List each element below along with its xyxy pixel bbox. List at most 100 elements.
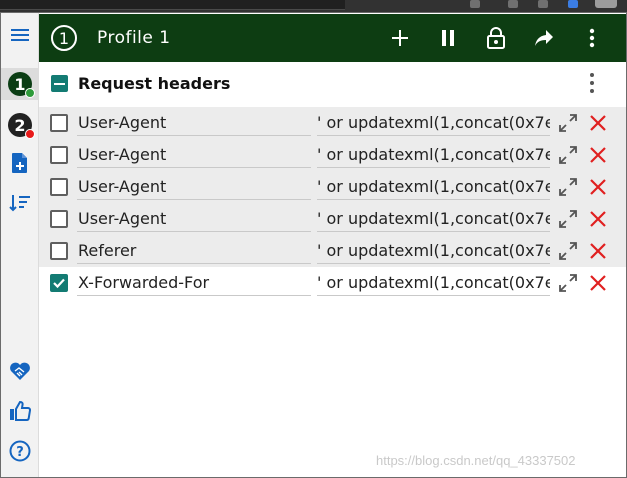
check-icon <box>53 278 65 289</box>
help-circle-icon: ? <box>9 440 31 462</box>
reader-icon[interactable] <box>508 0 518 8</box>
request-headers-section: Request headers <box>39 63 626 105</box>
modheader-popup: 1 2 ? 1 Profile 1 Request headers User-A… <box>0 12 627 478</box>
enable-checkbox[interactable] <box>50 178 68 196</box>
plus-icon <box>392 30 408 46</box>
header-value-input[interactable]: ' or updatexml(1,concat(0x7e <box>317 238 550 264</box>
header-row: Referer ' or updatexml(1,concat(0x7e <box>39 235 626 267</box>
expand-icon <box>559 210 577 228</box>
enable-checkbox[interactable] <box>50 242 68 260</box>
close-icon <box>590 243 606 259</box>
help-button[interactable]: ? <box>1 435 39 467</box>
share-arrow-icon <box>535 30 553 46</box>
delete-button[interactable] <box>587 208 609 230</box>
enable-checkbox[interactable] <box>50 146 68 164</box>
close-icon <box>590 147 606 163</box>
paused-status-dot <box>25 129 35 139</box>
sidebar-profile-2[interactable]: 2 <box>1 109 39 141</box>
header-row: User-Agent ' or updatexml(1,concat(0x7e <box>39 171 626 203</box>
more-vertical-icon <box>589 28 595 48</box>
profile-number: 2 <box>14 115 26 135</box>
delete-button[interactable] <box>587 272 609 294</box>
expand-icon <box>559 114 577 132</box>
browser-toolbar <box>0 0 627 12</box>
close-icon <box>590 115 606 131</box>
lock-button[interactable] <box>472 14 520 62</box>
minus-icon <box>54 82 65 85</box>
section-more-button[interactable] <box>586 71 598 95</box>
section-title: Request headers <box>78 74 231 93</box>
header-name-input[interactable]: User-Agent <box>77 206 311 232</box>
enable-checkbox[interactable] <box>50 210 68 228</box>
more-options-button[interactable] <box>568 14 616 62</box>
header-value-input[interactable]: ' or updatexml(1,concat(0x7e <box>317 174 550 200</box>
library-icon[interactable] <box>470 0 480 8</box>
delete-button[interactable] <box>587 176 609 198</box>
header-row: User-Agent ' or updatexml(1,concat(0x7e <box>39 139 626 171</box>
header-value-input[interactable]: ' or updatexml(1,concat(0x7e <box>317 270 550 296</box>
close-icon <box>590 211 606 227</box>
header-row: User-Agent ' or updatexml(1,concat(0x7e <box>39 203 626 235</box>
share-button[interactable] <box>520 14 568 62</box>
enabled-status-dot <box>25 88 35 98</box>
delete-button[interactable] <box>587 240 609 262</box>
sidebar: 1 2 ? <box>1 13 39 477</box>
extension-icon[interactable] <box>538 0 548 8</box>
thumbs-up-icon <box>10 400 31 421</box>
expand-button[interactable] <box>557 112 579 134</box>
hamburger-menu-icon <box>11 26 29 44</box>
menu-button[interactable] <box>1 19 39 51</box>
expand-button[interactable] <box>557 144 579 166</box>
expand-icon <box>559 242 577 260</box>
expand-button[interactable] <box>557 208 579 230</box>
header-actions <box>376 14 616 62</box>
header-name-input[interactable]: User-Agent <box>77 110 311 136</box>
pause-icon <box>442 30 454 46</box>
sync-icon[interactable] <box>568 0 578 8</box>
delete-button[interactable] <box>587 112 609 134</box>
pause-button[interactable] <box>424 14 472 62</box>
sort-icon <box>9 195 30 212</box>
header-name-input[interactable]: User-Agent <box>77 174 311 200</box>
header-value-input[interactable]: ' or updatexml(1,concat(0x7e <box>317 110 550 136</box>
profile-number-badge: 1 <box>51 25 77 51</box>
url-bar[interactable] <box>0 0 345 10</box>
watermark: https://blog.csdn.net/qq_43337502 <box>376 453 576 468</box>
sort-button[interactable] <box>1 187 39 219</box>
header-row: X-Forwarded-For ' or updatexml(1,concat(0… <box>39 267 626 299</box>
support-button[interactable] <box>1 355 39 387</box>
rate-button[interactable] <box>1 395 39 427</box>
expand-button[interactable] <box>557 176 579 198</box>
collapse-section-toggle[interactable] <box>51 75 68 92</box>
close-icon <box>590 179 606 195</box>
expand-button[interactable] <box>557 272 579 294</box>
delete-button[interactable] <box>587 144 609 166</box>
profile-number: 1 <box>14 74 26 94</box>
expand-icon <box>559 146 577 164</box>
header-value-input[interactable]: ' or updatexml(1,concat(0x7e <box>317 206 550 232</box>
close-icon <box>590 275 606 291</box>
enable-checkbox[interactable] <box>50 114 68 132</box>
header-name-input[interactable]: Referer <box>77 238 311 264</box>
expand-button[interactable] <box>557 240 579 262</box>
header-list: User-Agent ' or updatexml(1,concat(0x7e Us… <box>39 107 626 299</box>
profile-badge: 1 <box>8 72 35 98</box>
lock-icon <box>487 27 505 49</box>
profile-number: 1 <box>58 28 70 48</box>
expand-icon <box>559 178 577 196</box>
add-file-icon <box>12 153 27 173</box>
add-profile-button[interactable] <box>1 147 39 179</box>
header-value-input[interactable]: ' or updatexml(1,concat(0x7e <box>317 142 550 168</box>
profile-badge: 2 <box>8 113 35 139</box>
profile-header: 1 Profile 1 <box>39 14 626 62</box>
svg-text:?: ? <box>16 445 24 460</box>
modheader-toolbar-icon[interactable] <box>595 0 617 8</box>
header-name-input[interactable]: X-Forwarded-For <box>77 270 311 296</box>
profile-title[interactable]: Profile 1 <box>97 28 171 48</box>
header-name-input[interactable]: User-Agent <box>77 142 311 168</box>
enable-checkbox[interactable] <box>50 274 68 292</box>
add-button[interactable] <box>376 14 424 62</box>
more-vertical-icon <box>590 73 594 77</box>
expand-icon <box>559 274 577 292</box>
sidebar-profile-1[interactable]: 1 <box>1 68 39 100</box>
